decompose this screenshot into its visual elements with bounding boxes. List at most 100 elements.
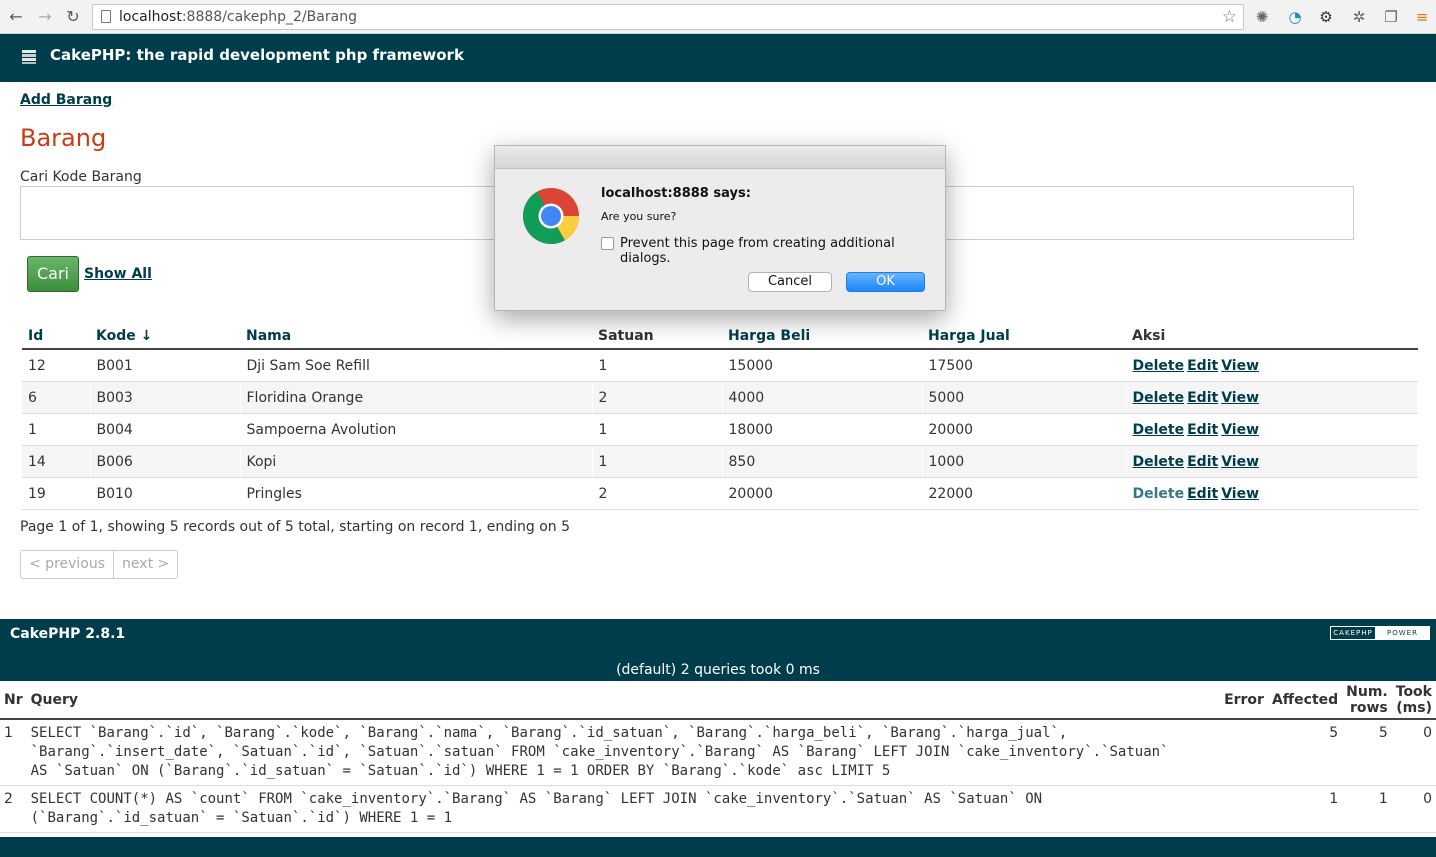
ok-button[interactable]: OK — [846, 272, 925, 292]
sql-col-query: Query — [26, 681, 1221, 720]
dialog-titlebar[interactable] — [495, 146, 945, 169]
cell-harga-jual: 1000 — [922, 445, 1127, 478]
cell-nama: Kopi — [240, 445, 593, 478]
cell-kode: B003 — [90, 381, 241, 414]
address-bar[interactable]: localhost:8888/cakephp_2/Barang ☆ — [92, 4, 1244, 30]
url-host: localhost — [119, 9, 182, 25]
power-badge-left: CAKEPHP — [1331, 627, 1376, 639]
browser-toolbar: ← → ↻ localhost:8888/cakephp_2/Barang ☆ … — [0, 0, 1436, 34]
app-header: CakePHP: the rapid development php frame… — [0, 34, 1436, 82]
cell-satuan: 1 — [592, 349, 723, 382]
cell-nama: Sampoerna Avolution — [240, 413, 593, 446]
bug-icon[interactable]: ✲ — [1349, 7, 1369, 27]
table-row: 19 B010 Pringles 2 20000 22000 Delete Edi… — [22, 477, 1418, 510]
cell-satuan: 2 — [592, 477, 723, 510]
delete-link[interactable]: Delete — [1133, 422, 1185, 438]
prevent-dialogs-checkbox[interactable] — [601, 237, 614, 250]
cell-id: 12 — [22, 349, 91, 382]
edit-link[interactable]: Edit — [1187, 358, 1218, 374]
power-badge-right: POWER — [1376, 627, 1429, 639]
add-barang-link[interactable]: Add Barang — [20, 92, 112, 108]
cell-kode: B004 — [90, 413, 241, 446]
next-button[interactable]: next > — [114, 551, 177, 578]
edit-link[interactable]: Edit — [1187, 390, 1218, 406]
cell-harga-jual: 17500 — [922, 349, 1127, 382]
sql-took: 0 — [1391, 719, 1436, 786]
view-link[interactable]: View — [1221, 422, 1259, 438]
cancel-button[interactable]: Cancel — [748, 272, 832, 292]
show-all-link[interactable]: Show All — [84, 266, 152, 282]
confirm-dialog: localhost:8888 says: Are you sure? Preve… — [494, 145, 946, 311]
extension-box-icon[interactable]: ❐ — [1381, 7, 1401, 27]
sql-query: SELECT `Barang`.`id`, `Barang`.`kode`, `… — [26, 719, 1221, 786]
sql-affected: 5 — [1267, 719, 1343, 786]
previous-button[interactable]: < previous — [21, 551, 113, 578]
cell-harga-beli: 4000 — [722, 381, 923, 414]
delete-link[interactable]: Delete — [1133, 454, 1185, 470]
delete-link[interactable]: Delete — [1133, 486, 1185, 502]
table-row: 12 B001 Dji Sam Soe Refill 1 15000 17500… — [22, 349, 1418, 382]
view-link[interactable]: View — [1221, 390, 1259, 406]
delete-link[interactable]: Delete — [1133, 390, 1185, 406]
cell-satuan: 1 — [592, 413, 723, 446]
col-harga-beli[interactable]: Harga Beli — [722, 318, 922, 350]
reload-icon[interactable]: ↻ — [63, 7, 83, 27]
paging-info: Page 1 of 1, showing 5 records out of 5 … — [20, 519, 570, 535]
cell-nama: Pringles — [240, 477, 593, 510]
sql-row: 1 SELECT `Barang`.`id`, `Barang`.`kode`,… — [0, 719, 1436, 786]
extension-settings-icon[interactable]: ✺ — [1252, 7, 1272, 27]
cell-aksi: Delete Edit View — [1126, 349, 1418, 382]
search-label: Cari Kode Barang — [20, 169, 142, 185]
sql-col-num-rows: Num. rows — [1342, 681, 1392, 720]
sql-col-error: Error — [1220, 681, 1268, 720]
cell-aksi: Delete Edit View — [1126, 381, 1418, 414]
dialog-message: Are you sure? — [601, 210, 677, 223]
col-harga-jual[interactable]: Harga Jual — [922, 318, 1126, 350]
cell-aksi: Delete Edit View — [1126, 445, 1418, 478]
view-link[interactable]: View — [1221, 358, 1259, 374]
delete-link[interactable]: Delete — [1133, 358, 1185, 374]
sql-error — [1220, 785, 1268, 833]
cell-kode: B006 — [90, 445, 241, 478]
extension-c-icon[interactable]: ◔ — [1285, 7, 1305, 27]
cell-harga-beli: 850 — [722, 445, 923, 478]
cell-harga-jual: 20000 — [922, 413, 1127, 446]
cell-id: 19 — [22, 477, 91, 510]
cakephp-power-badge[interactable]: CAKEPHP POWER — [1330, 626, 1430, 640]
sql-affected: 1 — [1267, 785, 1343, 833]
cell-id: 6 — [22, 381, 91, 414]
edit-link[interactable]: Edit — [1187, 422, 1218, 438]
edit-link[interactable]: Edit — [1187, 454, 1218, 470]
view-link[interactable]: View — [1221, 454, 1259, 470]
cell-harga-beli: 18000 — [722, 413, 923, 446]
cell-harga-beli: 15000 — [722, 349, 923, 382]
cari-button[interactable]: Cari — [27, 256, 79, 292]
cell-kode: B001 — [90, 349, 241, 382]
col-nama[interactable]: Nama — [240, 318, 592, 350]
table-row: 14 B006 Kopi 1 850 1000 Delete Edit View — [22, 445, 1418, 478]
cell-harga-beli: 20000 — [722, 477, 923, 510]
app-title: CakePHP: the rapid development php frame… — [50, 46, 464, 64]
forward-arrow-icon[interactable]: → — [35, 7, 55, 27]
gear-icon[interactable]: ⚙ — [1316, 7, 1336, 27]
table-row: 1 B004 Sampoerna Avolution 1 18000 20000… — [22, 413, 1418, 446]
sql-col-nr: Nr — [0, 681, 27, 720]
prevent-dialogs-label[interactable]: Prevent this page from creating addition… — [620, 236, 945, 266]
back-arrow-icon[interactable]: ← — [6, 7, 26, 27]
sql-query: SELECT COUNT(*) AS `count` FROM `cake_in… — [26, 785, 1221, 833]
bookmark-star-icon[interactable]: ☆ — [1222, 5, 1237, 29]
col-id[interactable]: Id — [22, 318, 90, 350]
col-satuan: Satuan — [592, 318, 722, 350]
cell-satuan: 2 — [592, 381, 723, 414]
cell-id: 14 — [22, 445, 91, 478]
page-title: Barang — [20, 124, 107, 152]
view-link[interactable]: View — [1221, 486, 1259, 502]
col-kode[interactable]: Kode ↓ — [90, 318, 240, 350]
menu-icon[interactable]: ≡ — [1412, 7, 1432, 27]
pager: < previous next > — [20, 550, 179, 579]
cell-nama: Dji Sam Soe Refill — [240, 349, 593, 382]
cell-harga-jual: 22000 — [922, 477, 1127, 510]
cell-aksi: Delete Edit View — [1126, 477, 1418, 510]
edit-link[interactable]: Edit — [1187, 486, 1218, 502]
cell-satuan: 1 — [592, 445, 723, 478]
